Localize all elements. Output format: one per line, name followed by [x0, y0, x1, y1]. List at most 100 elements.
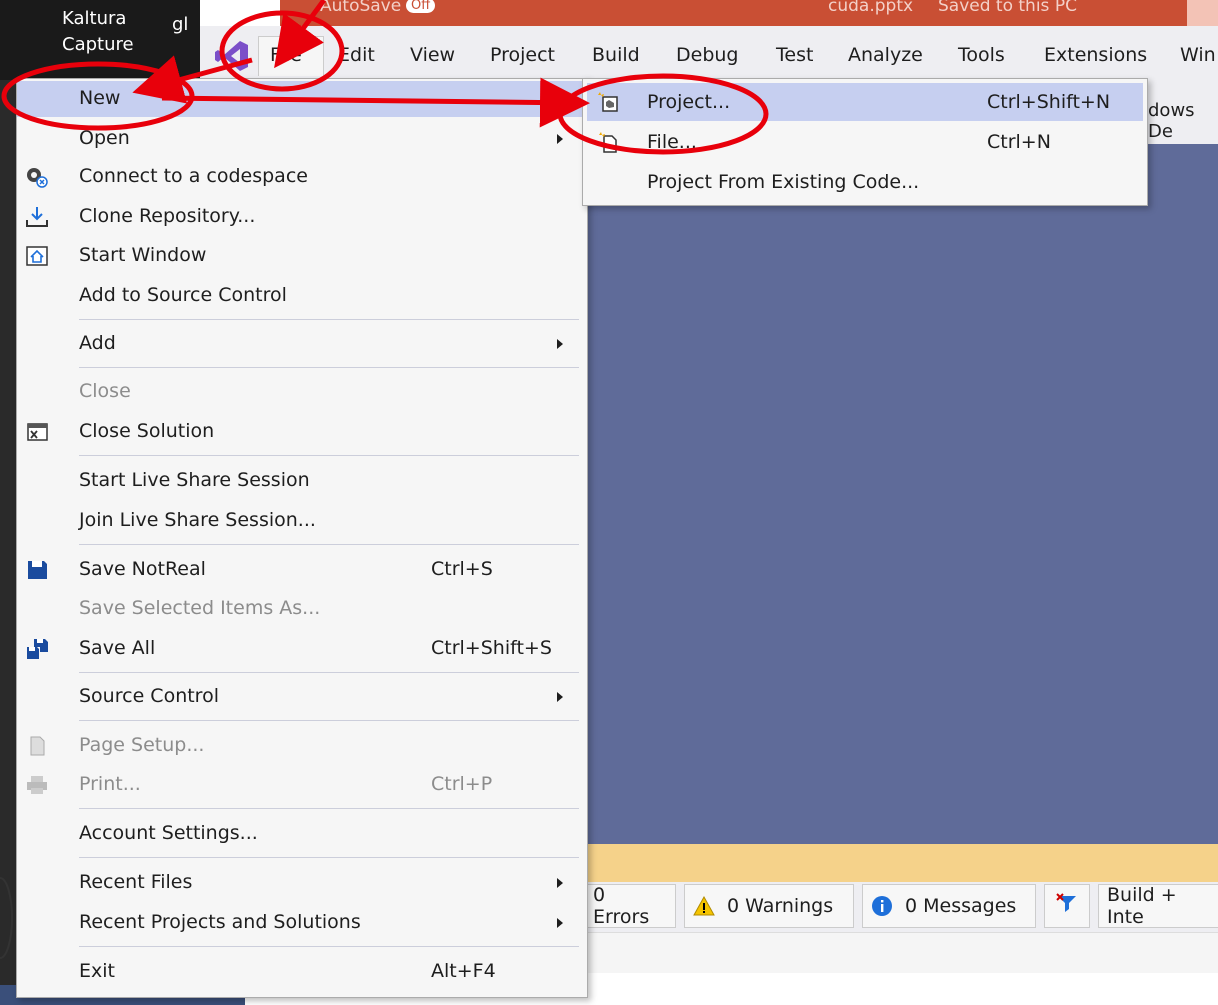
- menu-item-label: Recent Projects and Solutions: [79, 911, 361, 933]
- menu-item-label: Connect to a codespace: [79, 165, 308, 187]
- menu-separator: [79, 946, 579, 947]
- scope-label: Build + Inte: [1107, 884, 1177, 928]
- menu-item-page-setup[interactable]: Page Setup...: [17, 728, 585, 764]
- menu-item-start-window[interactable]: Start Window: [17, 238, 585, 274]
- menu-item-label: Close Solution: [79, 420, 215, 442]
- menu-item-label: Open: [79, 127, 130, 149]
- menu-item-label: Start Window: [79, 244, 207, 266]
- new-file-icon: [597, 131, 621, 153]
- submenu-item-shortcut: Ctrl+Shift+N: [987, 91, 1111, 113]
- warning-icon: [693, 895, 715, 916]
- errors-count: 0 Errors: [593, 884, 650, 928]
- menu-item-print[interactable]: Print... Ctrl+P: [17, 767, 585, 803]
- submenu-arrow-icon: [557, 339, 563, 349]
- menu-item-exit[interactable]: Exit Alt+F4: [17, 954, 585, 990]
- save-all-icon: [25, 638, 49, 660]
- kaltura-capture-panel[interactable]: Kaltura Capture gl: [0, 0, 200, 80]
- kaltura-extra-text: gl: [172, 14, 189, 35]
- menu-window[interactable]: Win: [1180, 44, 1216, 66]
- menu-separator: [79, 319, 579, 320]
- menu-item-save[interactable]: Save NotReal Ctrl+S: [17, 552, 585, 588]
- menu-item-open[interactable]: Open: [17, 121, 585, 157]
- errors-filter-button[interactable]: 0 Errors: [584, 884, 676, 928]
- menu-item-connect-codespace[interactable]: Connect to a codespace: [17, 159, 585, 195]
- autosave-label: AutoSave: [320, 0, 402, 16]
- document-filename: cuda.pptx: [828, 0, 914, 16]
- clone-download-icon: [25, 206, 49, 228]
- office-title-bar: AutoSave Off cuda.pptx Saved to this PC: [280, 0, 1218, 26]
- menu-edit[interactable]: Edit: [338, 44, 375, 66]
- submenu-item-label: Project From Existing Code...: [647, 171, 920, 193]
- submenu-item-new-file[interactable]: File... Ctrl+N: [587, 123, 1143, 161]
- menu-item-label: Start Live Share Session: [79, 469, 310, 491]
- menu-item-save-selected-as[interactable]: Save Selected Items As...: [17, 591, 585, 627]
- menu-item-recent-projects[interactable]: Recent Projects and Solutions: [17, 905, 585, 941]
- menu-item-add-to-source-control[interactable]: Add to Source Control: [17, 278, 585, 314]
- menu-item-recent-files[interactable]: Recent Files: [17, 865, 585, 901]
- menu-item-clone-repository[interactable]: Clone Repository...: [17, 199, 585, 235]
- menu-item-label: Save All: [79, 637, 156, 659]
- menu-item-label: Close: [79, 380, 131, 402]
- submenu-arrow-icon: [557, 878, 563, 888]
- menu-item-shortcut: Ctrl+P: [431, 773, 493, 795]
- toolbar-partial-text[interactable]: dows De: [1148, 100, 1218, 142]
- submenu-item-project-from-existing-code[interactable]: Project From Existing Code...: [587, 163, 1143, 201]
- menu-item-label: Exit: [79, 960, 115, 982]
- menu-tools[interactable]: Tools: [958, 44, 1005, 66]
- warnings-count: 0 Warnings: [727, 895, 834, 917]
- menu-separator: [79, 367, 579, 368]
- menu-item-save-all[interactable]: Save All Ctrl+Shift+S: [17, 631, 585, 667]
- menu-separator: [79, 857, 579, 858]
- page-setup-icon: [25, 735, 49, 757]
- menu-test[interactable]: Test: [776, 44, 813, 66]
- submenu-item-label: Project...: [647, 91, 731, 113]
- menu-separator: [79, 672, 579, 673]
- menu-item-label: Recent Files: [79, 871, 193, 893]
- close-solution-icon: [25, 421, 49, 443]
- menu-project[interactable]: Project: [490, 44, 555, 66]
- print-icon: [25, 774, 49, 796]
- scope-dropdown[interactable]: Build + Inte: [1098, 884, 1218, 928]
- file-menu-dropdown: New Open Connect to a codespace Clone Re…: [16, 78, 588, 998]
- menu-item-join-live-share[interactable]: Join Live Share Session...: [17, 503, 585, 539]
- visual-studio-logo-icon: [214, 38, 250, 74]
- menu-debug[interactable]: Debug: [676, 44, 738, 66]
- filter-icon: [1056, 892, 1078, 920]
- menu-item-label: Save NotReal: [79, 558, 206, 580]
- menu-separator: [79, 720, 579, 721]
- menu-view[interactable]: View: [410, 44, 455, 66]
- menu-item-start-live-share[interactable]: Start Live Share Session: [17, 463, 585, 499]
- new-submenu: Project... Ctrl+Shift+N File... Ctrl+N P…: [582, 78, 1148, 206]
- submenu-arrow-icon: [557, 134, 563, 144]
- title-bar-accent: [1187, 0, 1218, 26]
- menu-item-account-settings[interactable]: Account Settings...: [17, 816, 585, 852]
- menu-item-label: Print...: [79, 773, 141, 795]
- filter-button[interactable]: [1044, 884, 1090, 928]
- messages-filter-button[interactable]: 0 Messages: [862, 884, 1036, 928]
- menu-item-label: Join Live Share Session...: [79, 509, 316, 531]
- warnings-filter-button[interactable]: 0 Warnings: [684, 884, 854, 928]
- menu-item-label: New: [79, 87, 121, 109]
- menu-separator: [79, 455, 579, 456]
- submenu-item-new-project[interactable]: Project... Ctrl+Shift+N: [587, 83, 1143, 121]
- menu-item-label: Account Settings...: [79, 822, 258, 844]
- menu-extensions[interactable]: Extensions: [1044, 44, 1147, 66]
- menu-item-add[interactable]: Add: [17, 326, 585, 362]
- menu-build[interactable]: Build: [592, 44, 640, 66]
- menu-item-new[interactable]: New: [17, 81, 585, 117]
- submenu-arrow-icon: [557, 692, 563, 702]
- menu-item-close[interactable]: Close: [17, 374, 585, 410]
- menu-file[interactable]: File: [270, 44, 302, 66]
- autosave-toggle[interactable]: Off: [406, 0, 436, 13]
- save-status: Saved to this PC: [938, 0, 1077, 16]
- menu-separator: [79, 808, 579, 809]
- menu-analyze[interactable]: Analyze: [848, 44, 923, 66]
- menu-item-label: Add to Source Control: [79, 284, 287, 306]
- menu-item-shortcut: Ctrl+Shift+S: [431, 637, 552, 659]
- menu-item-close-solution[interactable]: Close Solution: [17, 414, 585, 450]
- menu-item-label: Page Setup...: [79, 734, 205, 756]
- menu-item-source-control[interactable]: Source Control: [17, 679, 585, 715]
- submenu-item-shortcut: Ctrl+N: [987, 131, 1051, 153]
- messages-count: 0 Messages: [905, 895, 1017, 917]
- new-project-icon: [597, 91, 621, 113]
